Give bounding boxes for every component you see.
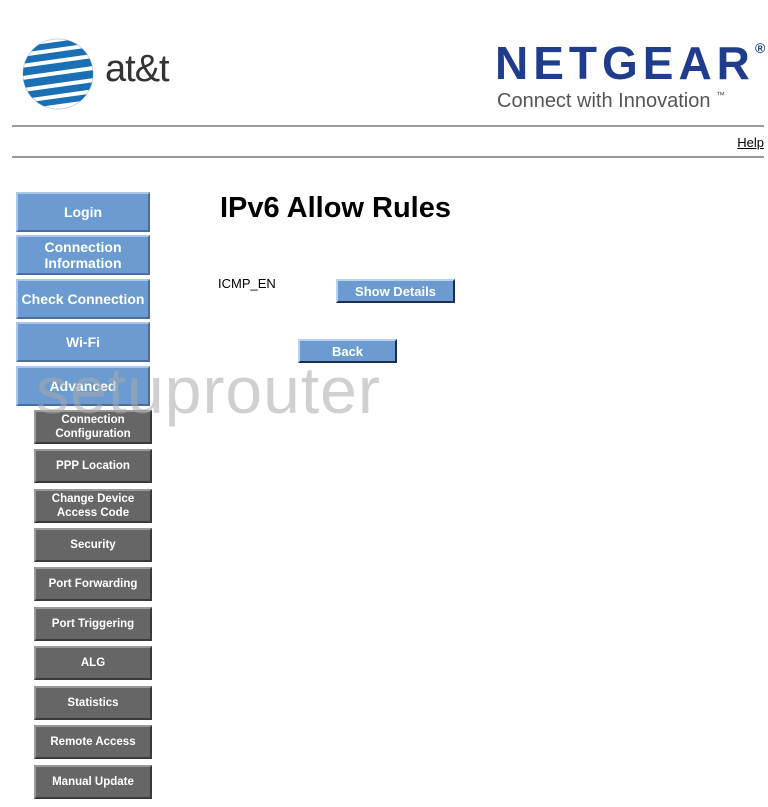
subnav-security[interactable]: Security bbox=[34, 528, 152, 562]
subnav-statistics[interactable]: Statistics bbox=[34, 686, 152, 720]
att-logo-text: at&t bbox=[105, 48, 170, 90]
att-globe-icon bbox=[22, 38, 94, 110]
netgear-tagline: Connect with Innovation ™ bbox=[497, 90, 725, 113]
subnav-change-device-access-code[interactable]: Change Device Access Code bbox=[34, 489, 152, 523]
subnav-manual-update[interactable]: Manual Update bbox=[34, 765, 152, 799]
back-button[interactable]: Back bbox=[298, 339, 397, 363]
nav-connection-information[interactable]: Connection Information bbox=[16, 235, 150, 275]
nav-login[interactable]: Login bbox=[16, 192, 150, 232]
subnav-alg[interactable]: ALG bbox=[34, 646, 152, 680]
subnav-remote-access[interactable]: Remote Access bbox=[34, 725, 152, 759]
header-divider-bottom bbox=[12, 156, 764, 158]
netgear-tagline-text: Connect with Innovation bbox=[497, 90, 711, 112]
netgear-logo: NETGEAR ® Connect with Innovation ™ bbox=[495, 37, 765, 112]
netgear-trademark: ™ bbox=[716, 90, 726, 100]
nav-check-connection[interactable]: Check Connection bbox=[16, 279, 150, 319]
nav-wifi[interactable]: Wi-Fi bbox=[16, 322, 150, 362]
subnav-port-triggering[interactable]: Port Triggering bbox=[34, 607, 152, 641]
subnav-connection-configuration[interactable]: Connection Configuration bbox=[34, 410, 152, 444]
show-details-button[interactable]: Show Details bbox=[336, 279, 455, 303]
subnav-port-forwarding[interactable]: Port Forwarding bbox=[34, 567, 152, 601]
netgear-registered-mark: ® bbox=[755, 40, 766, 56]
netgear-wordmark: NETGEAR bbox=[495, 37, 755, 89]
nav-advanced[interactable]: Advanced bbox=[16, 366, 150, 406]
subnav-ppp-location[interactable]: PPP Location bbox=[34, 449, 152, 483]
allow-rule-name: ICMP_EN bbox=[218, 276, 276, 291]
page-title: IPv6 Allow Rules bbox=[220, 192, 451, 224]
header-divider-top bbox=[12, 125, 764, 127]
help-link[interactable]: Help bbox=[737, 135, 764, 150]
